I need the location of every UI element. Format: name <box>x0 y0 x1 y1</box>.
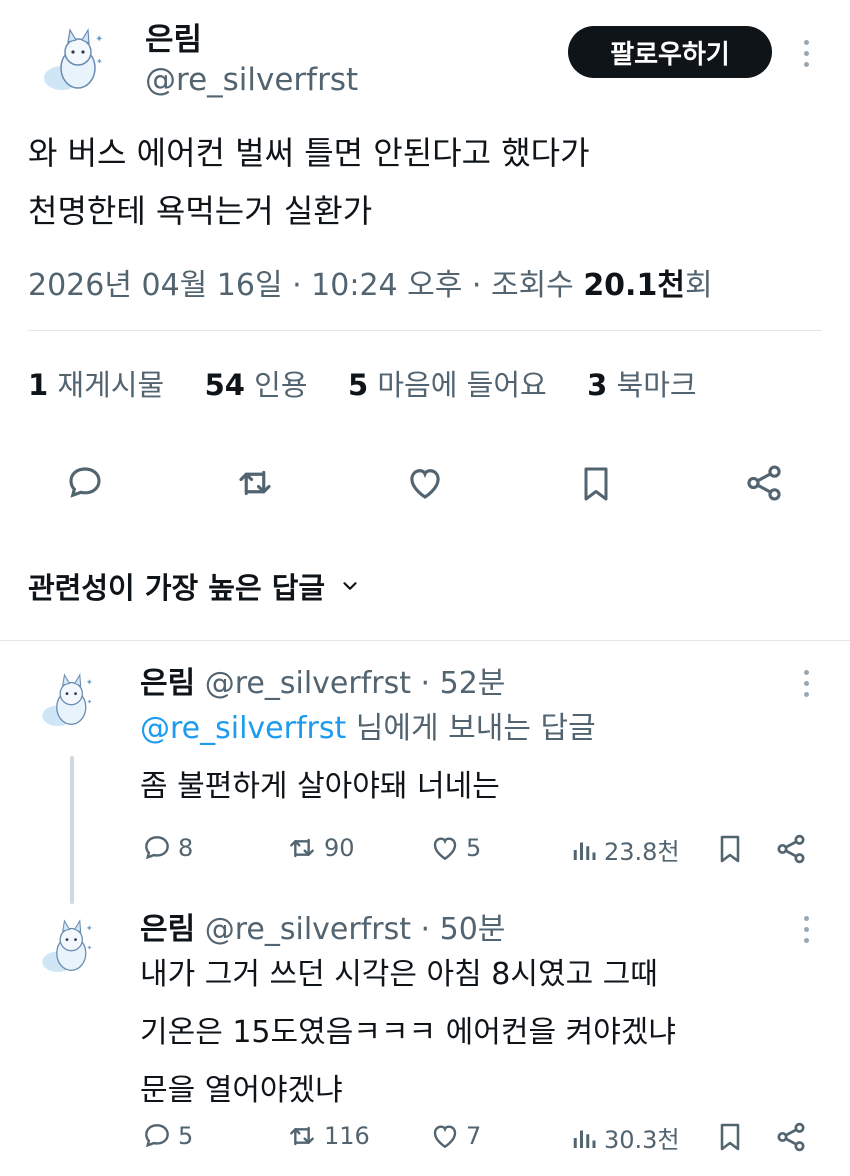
reply-author-handle[interactable]: @re_silverfrst · 50분 <box>205 912 506 947</box>
bookmarks-stat[interactable]: 3 북마크 <box>587 368 696 402</box>
analytics-icon <box>573 842 596 860</box>
tweet-text-line: 와 버스 에어컨 벌써 틀면 안된다고 했다가 <box>28 134 590 172</box>
svg-text:✦: ✦ <box>86 924 93 934</box>
bookmark-icon[interactable] <box>714 832 746 870</box>
svg-text:✦: ✦ <box>87 944 93 952</box>
reply-author-handle[interactable]: @re_silverfrst · 52분 <box>205 666 506 701</box>
like-icon <box>433 837 457 861</box>
more-options-icon[interactable] <box>804 40 812 73</box>
reply-views-action[interactable]: 30.3천 <box>570 1120 680 1155</box>
reply-like-action[interactable]: 5 <box>428 832 481 864</box>
reply-author-name[interactable]: 은림 <box>140 666 195 701</box>
analytics-icon <box>573 1130 596 1148</box>
reply-text: 내가 그거 쓰던 시각은 아침 8시였고 그때 기온은 15도였음ㅋㅋㅋ 에어컨… <box>140 946 676 1120</box>
comment-icon <box>145 1124 169 1148</box>
reply-text-line: 문을 열어야겠냐 <box>140 1073 343 1108</box>
reply-text-line: 내가 그거 쓰던 시각은 아침 8시였고 그때 <box>140 957 658 992</box>
author-handle[interactable]: @re_silverfrst <box>145 62 358 98</box>
reply-repost-action[interactable]: 116 <box>284 1120 370 1152</box>
svg-text:✦: ✦ <box>96 57 103 66</box>
tweet-text-line: 천명한테 욕먹는거 실환가 <box>28 192 373 230</box>
tweet-text: 와 버스 에어컨 벌써 틀면 안된다고 했다가 천명한테 욕먹는거 실환가 <box>28 124 590 240</box>
avatar[interactable]: ✦ ✦ <box>32 22 114 104</box>
reply-avatar[interactable]: ✦ ✦ <box>32 668 102 738</box>
more-options-icon[interactable] <box>804 916 812 949</box>
reply-header: 은림 @re_silverfrst · 50분 <box>140 904 505 948</box>
reply-views-action[interactable]: 23.8천 <box>570 832 680 867</box>
follow-button[interactable]: 팔로우하기 <box>568 26 772 78</box>
reply-to-line: @re_silverfrst 님에게 보내는 답글 <box>140 711 596 746</box>
view-count: 20.1천 <box>583 268 685 303</box>
repost-icon <box>290 838 314 858</box>
view-count-suffix: 회 <box>684 268 713 303</box>
more-options-icon[interactable] <box>804 670 812 703</box>
reply-text: 좀 불편하게 살아야돼 너네는 <box>140 769 500 804</box>
reply-text-line: 기온은 15도였음ㅋㅋㅋ 에어컨을 켜야겠냐 <box>140 1015 676 1050</box>
quotes-stat[interactable]: 54 인용 <box>205 368 308 402</box>
thread-line <box>70 756 74 904</box>
reply-like-action[interactable]: 7 <box>428 1120 481 1152</box>
repost-icon[interactable] <box>233 462 277 508</box>
reposts-stat[interactable]: 1 재게시물 <box>28 368 164 402</box>
like-icon <box>433 1125 457 1149</box>
timestamp[interactable]: 2026년 04월 16일 · 10:24 오후 · 조회수 <box>28 268 583 303</box>
reply-comment-action[interactable]: 5 <box>140 1120 193 1152</box>
share-icon[interactable] <box>742 462 786 508</box>
repost-icon <box>290 1126 314 1146</box>
reply-avatar[interactable]: ✦ ✦ <box>32 914 102 984</box>
share-icon[interactable] <box>774 832 808 870</box>
reply-author-name[interactable]: 은림 <box>140 912 195 947</box>
like-icon[interactable] <box>403 462 447 508</box>
reply-header: 은림 @re_silverfrst · 52분 <box>140 658 505 702</box>
chevron-down-icon <box>339 575 361 597</box>
svg-text:✦: ✦ <box>86 678 93 688</box>
comment-icon <box>145 836 169 860</box>
section-divider <box>0 640 850 641</box>
reply-icon[interactable] <box>64 462 106 508</box>
tweet-meta: 2026년 04월 16일 · 10:24 오후 · 조회수 20.1천회 <box>28 260 713 304</box>
author-name[interactable]: 은림 <box>145 14 202 59</box>
tweet-stats: 1 재게시물 54 인용 5 마음에 들어요 3 북마크 <box>28 362 697 404</box>
svg-text:✦: ✦ <box>95 34 103 45</box>
bookmark-icon[interactable] <box>576 462 616 510</box>
reply-sort-label: 관련성이 가장 높은 답글 <box>28 571 326 605</box>
svg-text:✦: ✦ <box>87 698 93 706</box>
reply-repost-action[interactable]: 90 <box>284 832 355 864</box>
divider <box>28 330 822 331</box>
share-icon[interactable] <box>774 1120 808 1158</box>
mention-link[interactable]: @re_silverfrst <box>140 711 346 746</box>
reply-comment-action[interactable]: 8 <box>140 832 193 864</box>
likes-stat[interactable]: 5 마음에 들어요 <box>348 368 547 402</box>
bookmark-icon[interactable] <box>714 1120 746 1158</box>
reply-sort-selector[interactable]: 관련성이 가장 높은 답글 <box>28 565 361 607</box>
